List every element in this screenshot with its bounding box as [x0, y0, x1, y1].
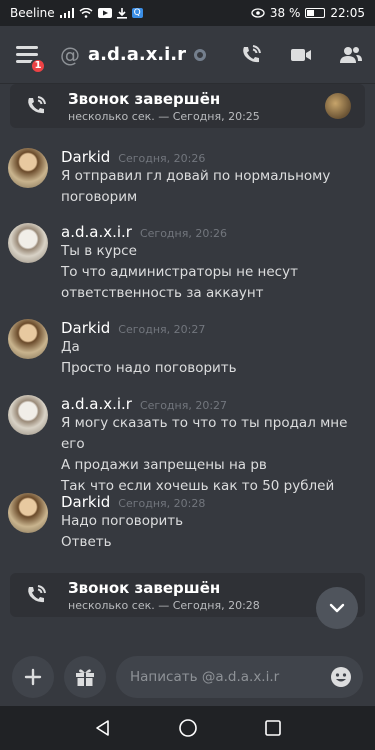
at-icon: @: [60, 42, 80, 67]
call-ended-card: Звонок завершён несколько сек. — Сегодня…: [10, 84, 365, 128]
recents-button[interactable]: [261, 716, 285, 740]
avatar[interactable]: [8, 223, 48, 263]
author-name[interactable]: Darkid: [61, 493, 110, 511]
scroll-to-bottom-button[interactable]: [316, 587, 358, 629]
emoji-icon[interactable]: [329, 665, 353, 689]
message-line: ответственность за аккаунт: [61, 285, 264, 301]
system-nav-bar: [0, 706, 375, 750]
download-icon: [116, 7, 127, 19]
voice-call-button[interactable]: [239, 43, 263, 67]
message-line: Просто надо поговорить: [61, 360, 237, 376]
back-triangle-icon: [95, 720, 109, 736]
avatar[interactable]: [8, 493, 48, 533]
recents-square-icon: [264, 720, 281, 736]
phone-call-icon: [28, 96, 46, 114]
menu-button[interactable]: 1: [12, 40, 46, 74]
hamburger-icon: [16, 46, 38, 49]
battery-percent: 38 %: [269, 6, 301, 20]
author-name[interactable]: a.d.a.x.i.r: [61, 223, 132, 241]
author-name[interactable]: Darkid: [61, 319, 110, 337]
call-subtitle: несколько сек. — Сегодня, 20:25: [68, 109, 260, 123]
video-call-button[interactable]: [289, 43, 313, 67]
message-time: Сегодня, 20:27: [118, 323, 206, 336]
signal-icon: [59, 8, 74, 18]
message-time: Сегодня, 20:26: [139, 227, 228, 240]
hamburger-icon-bar: [16, 53, 38, 56]
participant-avatar: [325, 93, 351, 119]
avatar[interactable]: [8, 395, 48, 435]
message-line: поговорим: [61, 189, 138, 205]
message-input-wrapper: [116, 656, 363, 698]
message-line: Ты в курсе: [61, 243, 137, 259]
home-button[interactable]: [176, 716, 200, 740]
message: Darkid Сегодня, 20:26 Я отправил гл дова…: [8, 148, 368, 208]
gift-button[interactable]: [64, 656, 106, 698]
call-title: Звонок завершён: [68, 578, 221, 597]
call-ended-card: Звонок завершён несколько сек. — Сегодня…: [10, 573, 365, 617]
call-title: Звонок завершён: [68, 89, 221, 108]
message-line: Надо поговорить: [61, 513, 184, 529]
clock: 22:05: [330, 6, 365, 20]
status-bar: Beeline Q 38 % 22:05: [0, 0, 375, 26]
back-button[interactable]: [91, 716, 115, 740]
channel-name: a.d.a.x.i.r: [88, 44, 187, 65]
members-button[interactable]: [339, 43, 363, 67]
channel-header: 1 @ a.d.a.x.i.r: [0, 26, 375, 84]
phone-call-icon: [243, 44, 261, 62]
message-line: Ответь: [61, 534, 112, 550]
message: a.d.a.x.i.r Сегодня, 20:27 Я могу сказат…: [8, 395, 368, 497]
message-time: Сегодня, 20:28: [118, 497, 206, 510]
plus-icon: [24, 668, 42, 686]
message: Darkid Сегодня, 20:27 Да Просто надо пог…: [8, 319, 368, 379]
message-time: Сегодня, 20:27: [139, 399, 228, 412]
chevron-down-icon: [329, 603, 345, 613]
message-line: То что администраторы не несут: [61, 264, 298, 280]
video-camera-icon: [291, 48, 311, 61]
call-subtitle: несколько сек. — Сегодня, 20:28: [68, 598, 260, 612]
message-input[interactable]: [130, 669, 329, 685]
message-line: А продажи запрещены на рв: [61, 457, 267, 473]
message-time: Сегодня, 20:26: [118, 152, 206, 165]
avatar[interactable]: [8, 148, 48, 188]
message-line: Да: [61, 339, 80, 355]
composer-bar: [0, 648, 375, 706]
battery-icon: [305, 8, 326, 18]
message-line: Я отправил гл довай по нормальному: [61, 168, 331, 184]
home-circle-icon: [178, 719, 197, 737]
phone-call-icon: [28, 585, 46, 603]
youtube-icon: [97, 8, 112, 18]
message: a.d.a.x.i.r Сегодня, 20:26 Ты в курсе То…: [8, 223, 368, 304]
notification-badge: 1: [30, 57, 46, 74]
people-icon: [340, 46, 362, 63]
eye-icon: [251, 8, 265, 18]
message: Darkid Сегодня, 20:28 Надо поговорить От…: [8, 493, 368, 553]
message-line: Я могу сказать то что то ты продал мне е…: [61, 415, 348, 452]
offline-status-icon: [194, 48, 207, 61]
gift-icon: [76, 669, 94, 686]
carrier-label: Beeline: [10, 6, 55, 20]
wifi-icon: [79, 8, 93, 18]
app-notification-icon: Q: [131, 8, 143, 18]
avatar[interactable]: [8, 319, 48, 359]
author-name[interactable]: a.d.a.x.i.r: [61, 395, 132, 413]
attach-button[interactable]: [12, 656, 54, 698]
author-name[interactable]: Darkid: [61, 148, 110, 166]
